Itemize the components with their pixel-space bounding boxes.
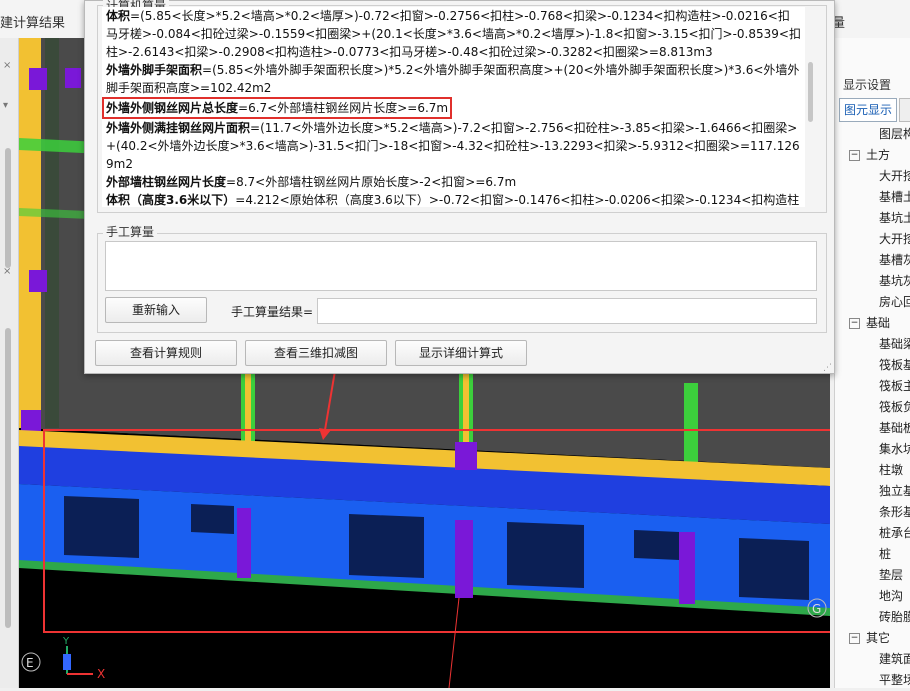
tree-item[interactable]: 房心回	[835, 292, 910, 313]
close-icon[interactable]: ×	[3, 60, 11, 71]
tree-item[interactable]: 柱墩	[835, 460, 910, 481]
beam-dark	[45, 38, 59, 428]
tree-label: 独立基	[879, 484, 910, 498]
gizmo-x-label: X	[97, 667, 105, 681]
left-dock-strip: × ▾ ×	[0, 38, 19, 688]
tab-element-display[interactable]: 图元显示	[839, 98, 897, 122]
calc-line-volume: 体积=(5.85<长度>*5.2<墙高>*0.2<墙厚>)-0.72<扣窗>-0…	[106, 9, 801, 59]
reinput-button[interactable]: 重新输入	[105, 297, 207, 323]
resize-grip-icon[interactable]: ⋰	[823, 363, 832, 373]
tab-next[interactable]	[899, 98, 910, 122]
view-3d-deduct-button[interactable]: 查看三维扣减图	[245, 340, 387, 366]
layer-tree: 图层构 − 土方 大开挖 基槽土 基坑土 大开挖 基槽灰 基坑灰 房心回 − 基础 基础梁 筏板基 筏板主筏…	[835, 124, 910, 691]
manual-calc-input[interactable]	[105, 241, 817, 291]
collapse-icon[interactable]: −	[849, 150, 860, 161]
view-rules-button[interactable]: 查看计算规则	[95, 340, 237, 366]
tree-label: 条形基	[879, 505, 910, 519]
tree-item[interactable]: 基槽土	[835, 187, 910, 208]
tree-item[interactable]: 筏板基	[835, 355, 910, 376]
display-settings-panel: 显示设置 图元显示 图层构 − 土方 大开挖 基槽土 基坑土 大开挖 基槽灰 基坑灰 房心回 − 基础…	[834, 38, 910, 688]
tree-item[interactable]: 垫层	[835, 565, 910, 586]
tree-item[interactable]: 桩	[835, 544, 910, 565]
tree-label: 桩承台	[879, 526, 910, 540]
tree-category[interactable]: − 其它	[835, 628, 910, 649]
tree-item[interactable]: 筏板主	[835, 376, 910, 397]
calc-line-volume-36: 体积（高度3.6米以下）=4.212<原始体积（高度3.6以下）>-0.72<扣…	[106, 193, 800, 207]
manual-result-input[interactable]	[317, 298, 817, 324]
calc-line-mesh-length: 外墙外侧钢丝网片总长度=6.7<外部墙柱钢丝网片长度>=6.7m	[102, 97, 805, 119]
calc-line-mesh-area: 外墙外侧满挂钢丝网片面积=(11.7<外墙外边长度>*5.2<墙高>)-7.2<…	[106, 121, 800, 171]
tree-label: 平整场	[879, 673, 910, 687]
tab-calc-result[interactable]: 建计算结果	[0, 12, 65, 31]
tree-label: 基坑土	[879, 211, 910, 225]
collapse-icon[interactable]: −	[849, 318, 860, 329]
highlighted-formula: 外墙外侧钢丝网片总长度=6.7<外部墙柱钢丝网片长度>=6.7m	[102, 97, 453, 119]
panel-title: 显示设置	[843, 78, 892, 92]
scrollbar-thumb[interactable]	[5, 148, 11, 268]
scrollbar-thumb[interactable]	[5, 328, 11, 628]
tree-item[interactable]: 条形基	[835, 502, 910, 523]
tree-label: 大开挖	[879, 169, 910, 183]
tree-item[interactable]: 集水坑	[835, 439, 910, 460]
tree-item[interactable]: 基础梁	[835, 334, 910, 355]
axis-label-e: E	[26, 656, 34, 670]
tree-item[interactable]: 桩承台	[835, 523, 910, 544]
tree-label: 基槽土	[879, 190, 910, 204]
column-purple	[29, 68, 47, 90]
tree-label: 地沟	[879, 589, 904, 603]
tree-item[interactable]: 地沟	[835, 586, 910, 607]
tree-item[interactable]: 建筑面	[835, 649, 910, 670]
tree-item[interactable]: 图层构	[835, 124, 910, 145]
calc-dialog: 计算机算量 体积=(5.85<长度>*5.2<墙高>*0.2<墙厚>)-0.72…	[84, 0, 835, 374]
annotation-highlight-box	[43, 429, 830, 633]
calc-line-scaffold: 外墙外脚手架面积=(5.85<外墙外脚手架面积长度>)*5.2<外墙外脚手架面积…	[106, 63, 800, 95]
tree-category[interactable]: − 基础	[835, 313, 910, 334]
tree-label: 建筑面	[879, 652, 910, 666]
gizmo-y-label: Y	[62, 636, 70, 647]
column-purple	[65, 68, 81, 88]
tree-item[interactable]: 基槽灰	[835, 250, 910, 271]
tree-label: 桩	[879, 547, 892, 561]
tree-label: 其它	[866, 631, 891, 645]
gizmo-z-axis	[63, 654, 71, 670]
tree-item[interactable]: 独立基	[835, 481, 910, 502]
tree-category[interactable]: − 土方	[835, 145, 910, 166]
tree-label: 基础	[866, 316, 891, 330]
show-detail-formula-button[interactable]: 显示详细计算式	[395, 340, 527, 366]
manual-result-label: 手工算量结果=	[231, 305, 314, 319]
calc-scrollbar[interactable]	[807, 7, 814, 207]
tree-label: 集水坑	[879, 442, 910, 456]
tree-item[interactable]: 筏板负	[835, 397, 910, 418]
tree-label: 基础板	[879, 421, 910, 435]
calc-formula-text: 体积=(5.85<长度>*5.2<墙高>*0.2<墙厚>)-0.72<扣窗>-0…	[102, 7, 805, 207]
beam-yellow	[19, 38, 41, 428]
tree-label: 房心回	[879, 295, 910, 309]
collapse-icon[interactable]: −	[849, 633, 860, 644]
tree-label: 筏板负	[879, 400, 910, 414]
tree-label: 基础梁	[879, 337, 910, 351]
dropdown-icon[interactable]: ▾	[3, 100, 8, 111]
tree-label: 图层构	[879, 127, 910, 141]
tree-item[interactable]: 砖胎膜	[835, 607, 910, 628]
tree-item[interactable]: 大开挖	[835, 166, 910, 187]
tree-label: 基槽灰	[879, 253, 910, 267]
tree-label: 垫层	[879, 568, 904, 582]
column-purple	[29, 270, 47, 292]
tree-item[interactable]: 基坑灰	[835, 271, 910, 292]
tree-label: 筏板主	[879, 379, 910, 393]
tree-label: 柱墩	[879, 463, 904, 477]
tree-label: 基坑灰	[879, 274, 910, 288]
manual-calc-label: 手工算量	[103, 223, 158, 240]
tree-label: 土方	[866, 148, 891, 162]
tree-item[interactable]: 基坑土	[835, 208, 910, 229]
tree-item[interactable]: 大开挖	[835, 229, 910, 250]
tree-item[interactable]: 基础板	[835, 418, 910, 439]
tree-label: 筏板基	[879, 358, 910, 372]
tree-label: 大开挖	[879, 232, 910, 246]
scrollbar-thumb[interactable]	[808, 62, 813, 122]
tree-label: 砖胎膜	[879, 610, 910, 624]
calc-line-column-mesh: 外部墙柱钢丝网片长度=8.7<外部墙柱钢丝网片原始长度>-2<扣窗>=6.7m	[106, 175, 517, 189]
